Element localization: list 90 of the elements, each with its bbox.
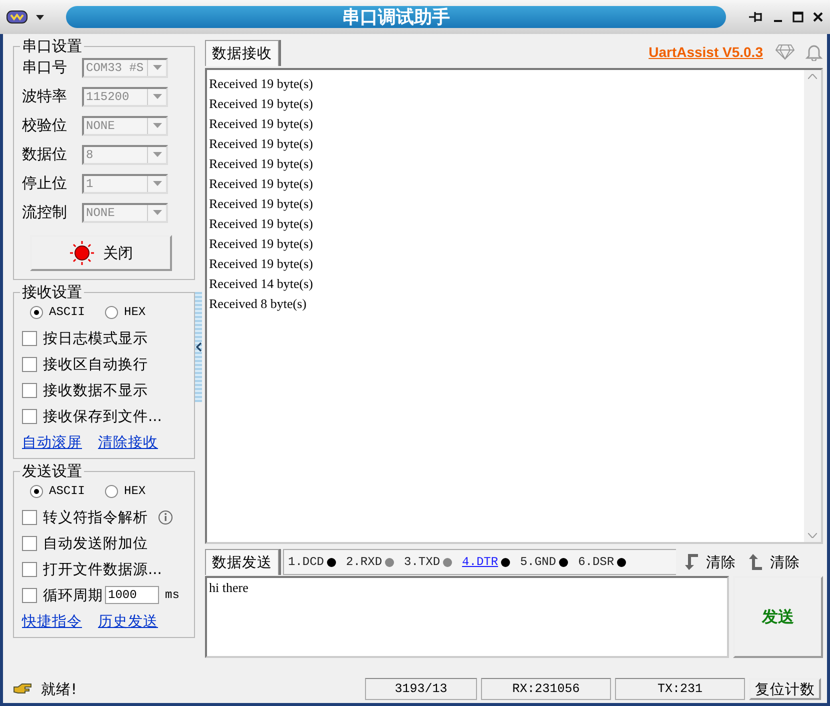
checkbox-label: 按日志模式显示 (43, 330, 148, 348)
link[interactable]: 清除接收 (98, 433, 158, 452)
caret-icon[interactable] (36, 14, 44, 20)
field-label: 数据位 (22, 145, 68, 164)
radio-button[interactable] (105, 484, 118, 498)
info-icon[interactable] (158, 510, 173, 524)
dropdown-arrow-icon (152, 65, 162, 70)
status-counter: RX:231056 (481, 678, 611, 700)
checkbox[interactable] (22, 330, 37, 346)
radio-button[interactable] (30, 306, 43, 318)
checkbox[interactable] (22, 562, 37, 576)
checkbox-label: 接收保存到文件... (43, 408, 162, 426)
checkbox-label: 接收区自动换行 (43, 356, 148, 374)
field-label: 校验位 (22, 116, 68, 135)
checkbox[interactable] (22, 588, 37, 602)
checkbox[interactable] (22, 382, 37, 398)
down-arrow-icon (684, 552, 700, 572)
log-line: Received 19 byte(s) (209, 95, 314, 113)
pointing-hand-icon (13, 682, 33, 696)
group-title: 串口设置 (20, 37, 84, 56)
log-line: Received 19 byte(s) (209, 155, 314, 173)
signal-link[interactable]: 4.DTR (462, 555, 498, 569)
dropdown-arrow-icon (152, 94, 162, 99)
group-title: 接收设置 (20, 283, 84, 302)
status-message: 就绪! (41, 680, 77, 698)
log-line: Received 19 byte(s) (209, 235, 314, 253)
close-port-button[interactable]: 关闭 (30, 235, 172, 271)
unit-label: ms (165, 588, 180, 602)
signal-label: 2.RXD (346, 555, 382, 569)
clear-button[interactable]: 清除 (744, 552, 804, 572)
app-icon[interactable] (6, 10, 28, 24)
link[interactable]: 历史发送 (98, 612, 158, 631)
up-arrow-icon (748, 552, 764, 572)
radio-label: ASCII (49, 484, 86, 498)
field-label: 串口号 (22, 58, 68, 77)
clear-button[interactable]: 清除 (680, 552, 740, 572)
log-line: Received 19 byte(s) (209, 175, 314, 193)
radio-button[interactable] (105, 306, 118, 318)
signal-label: 1.DCD (288, 555, 324, 569)
window-title: 串口调试助手 (342, 6, 450, 29)
link[interactable]: 快捷指令 (22, 612, 82, 631)
send-input[interactable]: hi there (205, 576, 729, 658)
field-label: 流控制 (22, 203, 68, 222)
log-line: Received 19 byte(s) (209, 195, 314, 213)
log-line: Received 19 byte(s) (209, 215, 314, 233)
checkbox[interactable] (22, 510, 37, 524)
radio-label: HEX (124, 305, 146, 319)
checkbox[interactable] (22, 408, 37, 424)
log-line: Received 8 byte(s) (209, 295, 308, 313)
dropdown-arrow-icon (152, 152, 162, 157)
dropdown-arrow-icon (152, 123, 162, 128)
scroll-up-icon[interactable] (808, 74, 817, 79)
field-label: 波特率 (22, 87, 68, 106)
group-title: 发送设置 (20, 462, 84, 481)
signal-label: 6.DSR (578, 555, 614, 569)
log-line: Received 19 byte(s) (209, 75, 314, 93)
send-button[interactable]: 发送 (733, 576, 823, 658)
log-line: Received 19 byte(s) (209, 115, 314, 133)
dropdown-arrow-icon (152, 210, 162, 215)
pin-icon[interactable] (748, 10, 764, 24)
send-tab[interactable]: 数据发送 (205, 549, 279, 575)
bell-icon[interactable] (805, 43, 823, 61)
radio-label: ASCII (49, 305, 86, 319)
checkbox[interactable] (22, 536, 37, 550)
log-line: Received 19 byte(s) (209, 255, 314, 273)
radio-button[interactable] (30, 484, 43, 498)
collapse-handle[interactable] (195, 292, 202, 402)
radio-label: HEX (124, 484, 146, 498)
log-line: Received 14 byte(s) (209, 275, 314, 293)
reset-count-button[interactable]: 复位计数 (749, 678, 821, 700)
checkbox-label: 接收数据不显示 (43, 382, 148, 400)
checkbox-label: 循环周期 (43, 586, 103, 604)
signal-label: 3.TXD (404, 555, 440, 569)
link[interactable]: 自动滚屏 (22, 433, 82, 452)
scroll-down-icon[interactable] (808, 533, 817, 538)
status-counter: 3193/13 (365, 678, 477, 700)
log-line: Received 19 byte(s) (209, 135, 314, 153)
period-field[interactable]: 1000 (105, 586, 159, 604)
checkbox[interactable] (22, 356, 37, 372)
diamond-icon[interactable] (775, 44, 795, 60)
status-counter: TX:231 (615, 678, 745, 700)
receive-tab[interactable]: 数据接收 (205, 40, 279, 66)
close-icon[interactable] (812, 11, 824, 23)
dropdown-arrow-icon (152, 181, 162, 186)
maximize-icon[interactable] (792, 11, 804, 23)
signal-label: 5.GND (520, 555, 556, 569)
checkbox-label: 转义符指令解析 (43, 508, 148, 526)
checkbox-label: 自动发送附加位 (43, 534, 148, 552)
checkbox-label: 打开文件数据源... (43, 560, 162, 578)
field-label: 停止位 (22, 174, 68, 193)
